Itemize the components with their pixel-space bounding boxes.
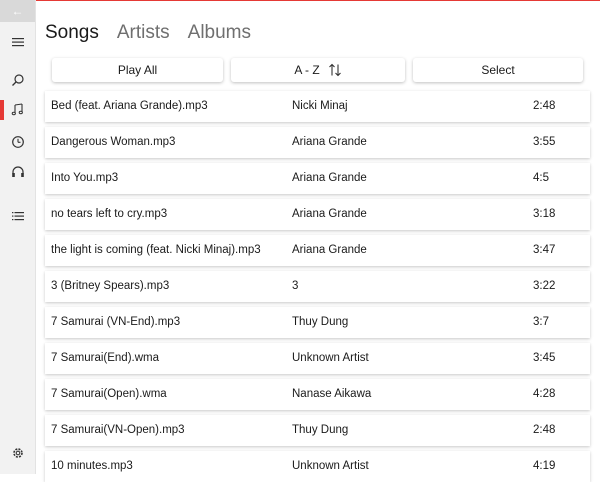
song-row[interactable]: 3 (Britney Spears).mp3 3 3:22: [45, 271, 590, 302]
list-icon: [11, 212, 24, 221]
song-artist: Thuy Dung: [292, 316, 349, 328]
tab-songs[interactable]: Songs: [45, 22, 99, 50]
search-button[interactable]: [0, 65, 35, 95]
song-title: Bed (feat. Ariana Grande).mp3: [51, 100, 208, 112]
song-row[interactable]: 7 Samurai (VN-End).mp3 Thuy Dung 3:7: [45, 307, 590, 338]
back-arrow-icon: ←: [11, 4, 24, 18]
song-artist: Ariana Grande: [292, 208, 367, 220]
music-note-icon: [11, 103, 23, 116]
song-duration: 3:7: [533, 316, 549, 328]
song-duration: 3:47: [533, 244, 556, 256]
song-row[interactable]: no tears left to cry.mp3 Ariana Grande 3…: [45, 199, 590, 230]
song-artist: Ariana Grande: [292, 172, 367, 184]
select-label: Select: [481, 63, 515, 77]
song-row[interactable]: Into You.mp3 Ariana Grande 4:5: [45, 163, 590, 194]
settings-button[interactable]: [0, 438, 35, 468]
recent-button[interactable]: [0, 127, 35, 157]
song-duration: 4:5: [533, 172, 549, 184]
play-all-label: Play All: [117, 63, 158, 77]
song-title: Dangerous Woman.mp3: [51, 136, 176, 148]
play-all-button[interactable]: Play All: [52, 58, 223, 82]
clock-icon: [11, 136, 24, 148]
songs-nav-button[interactable]: [0, 95, 35, 125]
sort-arrows-icon: [328, 63, 342, 77]
hamburger-menu-button[interactable]: [0, 27, 35, 57]
view-tabs: Songs Artists Albums: [45, 22, 251, 50]
song-artist: Nicki Minaj: [292, 100, 348, 112]
song-artist: Ariana Grande: [292, 244, 367, 256]
song-duration: 2:48: [533, 424, 556, 436]
song-duration: 3:45: [533, 352, 556, 364]
now-playing-button[interactable]: [0, 157, 35, 187]
song-row[interactable]: Dangerous Woman.mp3 Ariana Grande 3:55: [45, 127, 590, 158]
song-title: Into You.mp3: [51, 172, 119, 184]
song-title: 3 (Britney Spears).mp3: [51, 280, 170, 292]
song-row[interactable]: Bed (feat. Ariana Grande).mp3 Nicki Mina…: [45, 91, 590, 122]
song-row[interactable]: 7 Samurai(VN-Open).mp3 Thuy Dung 2:48: [45, 415, 590, 446]
tab-artists[interactable]: Artists: [117, 22, 170, 50]
gear-icon: [12, 448, 23, 458]
song-duration: 3:55: [533, 136, 556, 148]
song-artist: Thuy Dung: [292, 424, 349, 436]
song-duration: 4:19: [533, 460, 556, 472]
song-title: no tears left to cry.mp3: [51, 208, 168, 220]
headphones-icon: [11, 166, 24, 177]
tab-albums[interactable]: Albums: [188, 22, 251, 50]
window-accent-line: [0, 0, 600, 1]
song-duration: 4:28: [533, 388, 556, 400]
song-title: 7 Samurai (VN-End).mp3: [51, 316, 181, 328]
song-artist: Unknown Artist: [292, 352, 369, 364]
song-title: 7 Samurai(VN-Open).mp3: [51, 424, 185, 436]
song-artist: Ariana Grande: [292, 136, 367, 148]
song-artist: 3: [292, 280, 299, 292]
song-duration: 3:18: [533, 208, 556, 220]
hamburger-icon: [11, 38, 24, 47]
song-title: 10 minutes.mp3: [51, 460, 133, 472]
sort-label: A - Z: [294, 63, 320, 77]
select-button[interactable]: Select: [413, 58, 583, 82]
song-title: 7 Samurai(End).wma: [51, 352, 160, 364]
song-row[interactable]: the light is coming (feat. Nicki Minaj).…: [45, 235, 590, 266]
sort-button[interactable]: A - Z: [231, 58, 405, 82]
song-duration: 2:48: [533, 100, 556, 112]
sidebar: ←: [0, 0, 36, 474]
song-title: the light is coming (feat. Nicki Minaj).…: [51, 244, 261, 256]
song-artist: Unknown Artist: [292, 460, 369, 472]
song-duration: 3:22: [533, 280, 556, 292]
song-row[interactable]: 10 minutes.mp3 Unknown Artist 4:19: [45, 451, 590, 482]
playlists-button[interactable]: [0, 201, 35, 231]
search-icon: [11, 74, 24, 86]
song-row[interactable]: 7 Samurai(Open).wma Nanase Aikawa 4:28: [45, 379, 590, 410]
back-button[interactable]: ←: [0, 0, 35, 22]
song-artist: Nanase Aikawa: [292, 388, 372, 400]
song-title: 7 Samurai(Open).wma: [51, 388, 167, 400]
song-row[interactable]: 7 Samurai(End).wma Unknown Artist 3:45: [45, 343, 590, 374]
